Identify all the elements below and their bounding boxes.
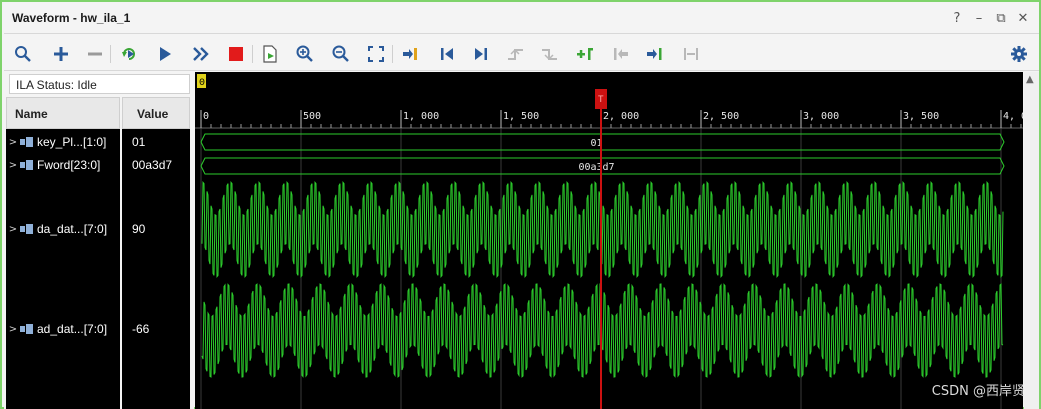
close-icon[interactable]: ✕ (1015, 8, 1031, 28)
tick-label: 2, 000 (603, 111, 639, 122)
tick-label: 0 (203, 111, 209, 122)
restore-icon[interactable]: ⧉ (993, 8, 1009, 28)
bus-icon (20, 136, 34, 148)
run-icon[interactable] (154, 43, 176, 65)
fword-bus-value: 00a3d7 (578, 162, 614, 173)
watermark: CSDN @西岸贤 (931, 384, 1025, 399)
signal-row-ad-data[interactable]: > ad_dat...[7:0] (6, 319, 107, 339)
name-column-header[interactable]: Name (6, 97, 120, 129)
waveform-canvas[interactable]: 0 0 500 1, 000 1, 500 2, 000 2, 500 3, 000 3, 50… (195, 72, 1023, 409)
next-marker-icon[interactable] (644, 43, 666, 65)
expand-chevron-icon[interactable]: > (6, 324, 20, 335)
signal-row-fword[interactable]: > Fword[23:0] (6, 155, 101, 175)
minimize-icon[interactable]: – (971, 8, 987, 28)
go-to-start-icon[interactable] (436, 43, 458, 65)
expand-chevron-icon[interactable]: > (6, 137, 20, 148)
signal-panel: ILA Status: Idle Name Value > key_Pl...[… (4, 72, 194, 409)
cursor-label: T (598, 94, 604, 104)
run-trigger-repeat-icon[interactable] (190, 43, 212, 65)
tick-label: 4, 00 (1003, 111, 1023, 122)
bus-icon (20, 159, 34, 171)
swap-cursors-icon[interactable] (680, 43, 702, 65)
add-icon[interactable] (50, 43, 72, 65)
signal-value: 01 (132, 135, 146, 149)
ad-data-waveform (201, 283, 1004, 378)
tick-label: 1, 500 (503, 111, 539, 122)
export-icon[interactable] (259, 43, 281, 65)
title-bar: Waveform - hw_ila_1 ? – ⧉ ✕ (4, 4, 1039, 34)
signal-values: 01 00a3d7 90 -66 (122, 129, 190, 409)
time-ruler: 0 0 500 1, 000 1, 500 2, 000 2, 500 3, 000 3, 50… (195, 74, 1023, 129)
tick-label: 500 (303, 111, 321, 122)
toolbar (4, 35, 1039, 71)
window-title: Waveform - hw_ila_1 (12, 11, 131, 25)
trigger-cursor[interactable]: T (595, 89, 607, 409)
toolbar-separator (392, 45, 393, 63)
zoom-in-icon[interactable] (294, 43, 316, 65)
toolbar-separator (252, 45, 253, 63)
run-trigger-immediate-icon[interactable] (118, 43, 140, 65)
da-data-waveform (201, 181, 1004, 278)
tick-label: 2, 500 (703, 111, 739, 122)
signal-value: -66 (132, 322, 150, 336)
stop-icon[interactable] (225, 43, 247, 65)
signal-name: key_Pl...[1:0] (37, 135, 107, 149)
go-to-cursor-icon[interactable] (400, 43, 422, 65)
bus-icon (20, 323, 34, 335)
previous-marker-icon[interactable] (610, 43, 632, 65)
go-to-end-icon[interactable] (470, 43, 492, 65)
window-controls: ? – ⧉ ✕ (949, 8, 1031, 28)
signal-row-key-pl[interactable]: > key_Pl...[1:0] (6, 132, 107, 152)
previous-transition-icon[interactable] (505, 43, 527, 65)
next-transition-icon[interactable] (539, 43, 561, 65)
tick-label: 3, 500 (903, 111, 939, 122)
expand-chevron-icon[interactable]: > (6, 160, 20, 171)
tick-label: 3, 000 (803, 111, 839, 122)
vertical-scrollbar[interactable]: ▲ (1024, 72, 1039, 409)
signal-names: > key_Pl...[1:0] > Fword[23:0] > da_dat.… (6, 129, 120, 409)
remove-icon[interactable] (84, 43, 106, 65)
help-icon[interactable]: ? (949, 8, 965, 28)
signal-name: da_dat...[7:0] (37, 222, 108, 236)
zoom-out-icon[interactable] (330, 43, 352, 65)
ila-status-label: ILA Status: (16, 78, 75, 92)
signal-row-da-data[interactable]: > da_dat...[7:0] (6, 219, 107, 239)
scroll-up-icon[interactable]: ▲ (1026, 74, 1034, 85)
bus-waveforms: 0100a3d7 (200, 133, 1005, 175)
ila-status: ILA Status: Idle (9, 74, 190, 94)
value-column-header[interactable]: Value (122, 97, 190, 129)
bus-icon (20, 223, 34, 235)
ila-status-value: Idle (77, 78, 97, 92)
expand-chevron-icon[interactable]: > (6, 224, 20, 235)
zoom-fit-icon[interactable] (365, 43, 387, 65)
signal-value: 90 (132, 222, 146, 236)
trigger-marker-label: 0 (199, 78, 205, 89)
signal-name: ad_dat...[7:0] (37, 322, 108, 336)
signal-value: 00a3d7 (132, 158, 173, 172)
signal-name: Fword[23:0] (37, 158, 101, 172)
toolbar-separator (110, 45, 111, 63)
tick-label: 1, 000 (403, 111, 439, 122)
settings-icon[interactable] (1008, 43, 1030, 65)
waveform-window: Waveform - hw_ila_1 ? – ⧉ ✕ ILA Status: … (0, 0, 1041, 409)
search-icon[interactable] (12, 43, 34, 65)
add-marker-icon[interactable] (574, 43, 596, 65)
